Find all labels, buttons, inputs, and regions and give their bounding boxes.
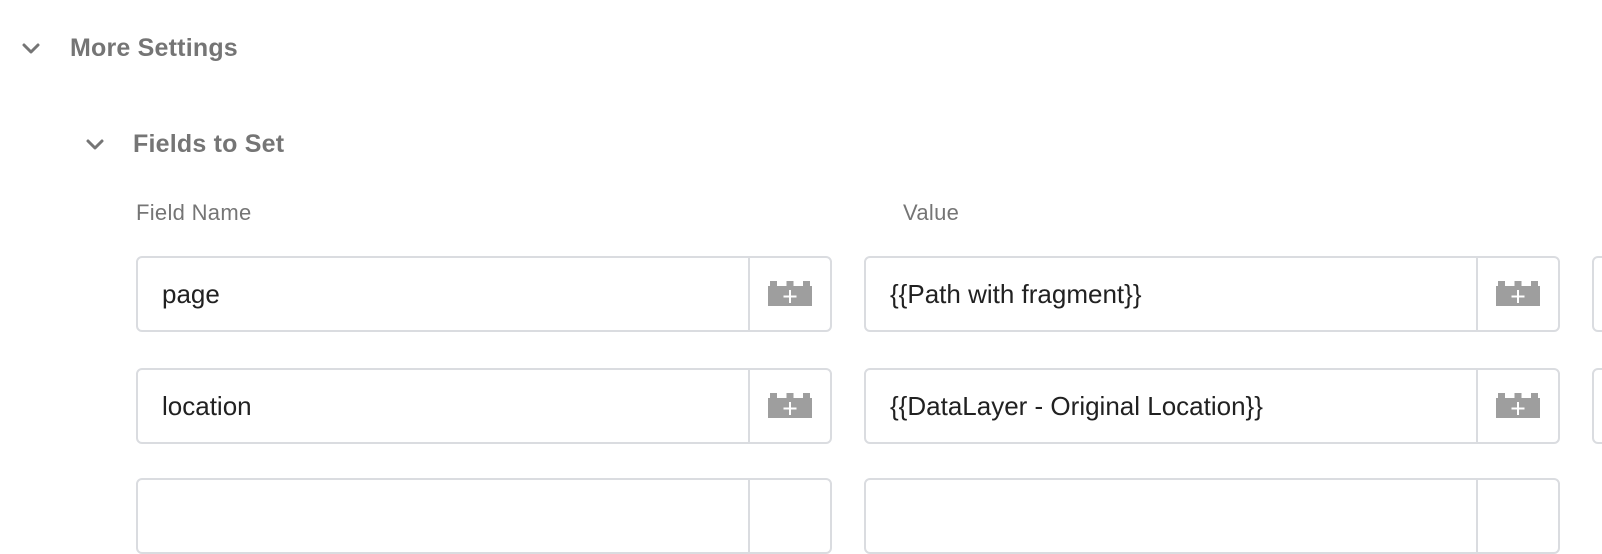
add-variable-icon: [767, 389, 813, 424]
more-settings-header[interactable]: More Settings: [20, 34, 238, 63]
field-name-input[interactable]: [138, 480, 748, 552]
value-column-label: Value: [903, 200, 960, 225]
add-variable-button[interactable]: [1476, 370, 1558, 442]
row-action-button[interactable]: [1592, 256, 1602, 332]
field-name-column-label: Field Name: [136, 200, 252, 225]
value-input-row: {{DataLayer - Original Location}}: [864, 368, 1560, 444]
field-name-input[interactable]: location: [138, 370, 748, 442]
value-input-row: {{Path with fragment}}: [864, 256, 1560, 332]
value-input-row: [864, 478, 1560, 554]
value-input[interactable]: {{DataLayer - Original Location}}: [866, 370, 1476, 442]
fields-to-set-header[interactable]: Fields to Set: [84, 130, 284, 159]
field-name-input[interactable]: page: [138, 258, 748, 330]
add-variable-button[interactable]: [1476, 480, 1558, 552]
add-variable-button[interactable]: [748, 370, 830, 442]
value-input[interactable]: [866, 480, 1476, 552]
field-name-input-row: page: [136, 256, 832, 332]
chevron-down-icon[interactable]: [84, 134, 106, 156]
add-variable-icon: [767, 277, 813, 312]
field-name-input-row: location: [136, 368, 832, 444]
add-variable-button[interactable]: [1476, 258, 1558, 330]
add-variable-icon: [1495, 277, 1541, 312]
value-input[interactable]: {{Path with fragment}}: [866, 258, 1476, 330]
add-variable-icon: [1495, 389, 1541, 424]
more-settings-title: More Settings: [70, 34, 238, 62]
add-variable-button[interactable]: [748, 480, 830, 552]
field-name-input-row: [136, 478, 832, 554]
row-action-button[interactable]: [1592, 368, 1602, 444]
add-variable-button[interactable]: [748, 258, 830, 330]
fields-to-set-title: Fields to Set: [133, 130, 285, 158]
chevron-down-icon[interactable]: [20, 38, 42, 60]
